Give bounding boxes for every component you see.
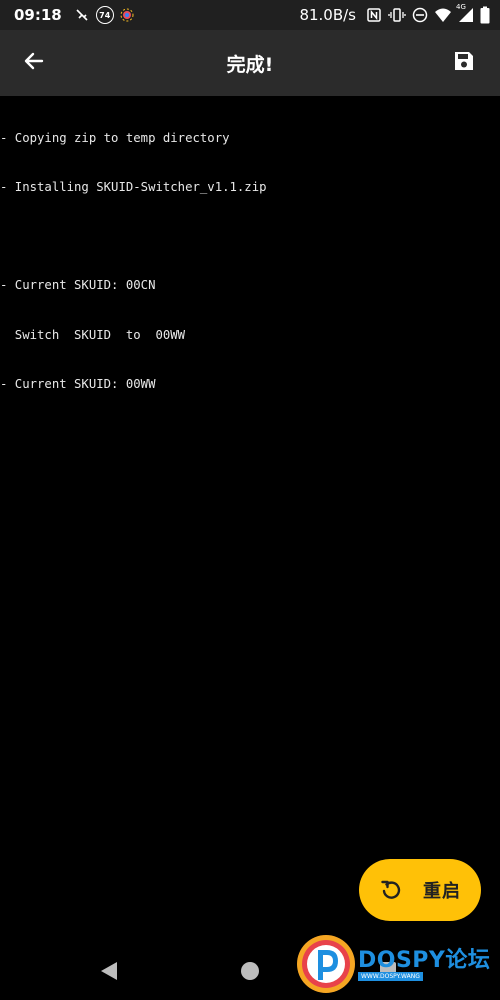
signal-icon: 4G (456, 3, 474, 23)
log-line: - Current SKUID: 00WW (0, 376, 156, 391)
nfc-icon (366, 7, 382, 23)
badge-number: 74 (99, 10, 111, 20)
status-time: 09:18 (14, 6, 62, 24)
watermark-brand-text: DOSPY (358, 948, 446, 973)
nav-back-icon[interactable] (98, 960, 120, 982)
watermark-sub: WWW.DOSPY.WANG (358, 972, 423, 981)
number-badge-icon: 74 (95, 6, 114, 24)
network-type: 4G (456, 3, 466, 11)
log-line: - Current SKUID: 00CN (0, 278, 156, 293)
status-right: 81.0B/s 4G (299, 3, 490, 24)
watermark-brand-cn: 论坛 (445, 948, 491, 973)
save-icon (452, 49, 476, 77)
reboot-button[interactable]: 重启 (359, 859, 481, 921)
app-notification-icon (120, 8, 134, 22)
nav-home-icon[interactable] (241, 962, 259, 980)
save-log-button[interactable] (444, 43, 484, 83)
status-left-icons: 74 (74, 6, 134, 24)
wifi-icon (434, 7, 452, 23)
install-log: - Copying zip to temp directory - Instal… (0, 97, 500, 409)
log-line: - Installing SKUID-Switcher_v1.1.zip (0, 180, 267, 195)
net-speed: 81.0B/s (299, 6, 356, 24)
log-line: - Copying zip to temp directory (0, 130, 230, 145)
watermark-brand: DOSPY论坛 (358, 942, 490, 974)
vibrate-icon (388, 7, 406, 23)
reboot-icon (379, 878, 403, 902)
page-title: 完成! (226, 53, 274, 76)
reboot-label: 重启 (423, 881, 461, 902)
dospy-logo-icon (296, 934, 356, 994)
battery-icon (480, 6, 490, 24)
log-line: Switch SKUID to 00WW (0, 327, 186, 342)
app-bar: 完成! (0, 30, 500, 96)
status-bar: 09:18 74 81.0B/s 4G (0, 0, 500, 30)
watermark: DOSPY论坛 WWW.DOSPY.WANG (296, 934, 500, 998)
do-not-disturb-icon (412, 7, 428, 23)
vpn-key-icon (74, 7, 90, 23)
